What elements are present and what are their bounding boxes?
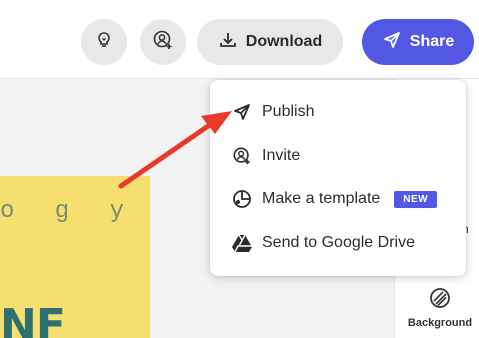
google-drive-icon [232,233,252,253]
download-label: Download [245,33,323,50]
add-user-icon [152,29,174,56]
design-page[interactable]: o g y NF [0,176,150,338]
share-menu: Publish Invite Make a template NEW Send … [210,80,466,276]
menu-item-label: Send to Google Drive [262,234,415,251]
template-icon [232,189,252,209]
new-badge: NEW [394,190,438,208]
design-text-bottom: NF [0,300,66,338]
share-button[interactable]: Share [362,19,474,65]
menu-item-make-template[interactable]: Make a template NEW [232,186,438,212]
menu-item-label: Publish [262,103,315,120]
send-icon [382,30,402,55]
hatch-icon [429,288,451,313]
menu-item-label: Make a template [262,190,381,207]
send-icon [232,102,252,122]
lightbulb-icon [94,30,114,55]
menu-item-google-drive[interactable]: Send to Google Drive [232,230,415,256]
download-button[interactable]: Download [197,19,343,65]
invite-button[interactable] [140,19,186,65]
share-label: Share [409,33,455,50]
background-tool[interactable]: Background [402,287,478,329]
download-icon [218,30,238,55]
background-label: Background [407,317,473,329]
menu-item-label: Invite [262,147,301,164]
menu-item-invite[interactable]: Invite [232,143,300,169]
menu-item-publish[interactable]: Publish [232,99,314,125]
ideas-button[interactable] [81,19,127,65]
add-user-icon [232,146,252,166]
design-text-top: o g y [0,198,138,225]
